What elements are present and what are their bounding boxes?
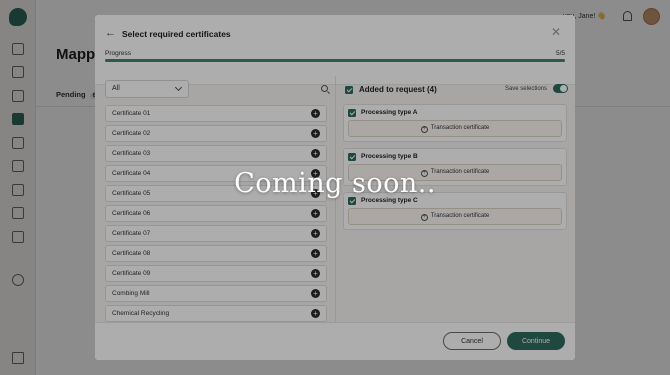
coming-soon-text: Coming soon..	[234, 168, 436, 199]
